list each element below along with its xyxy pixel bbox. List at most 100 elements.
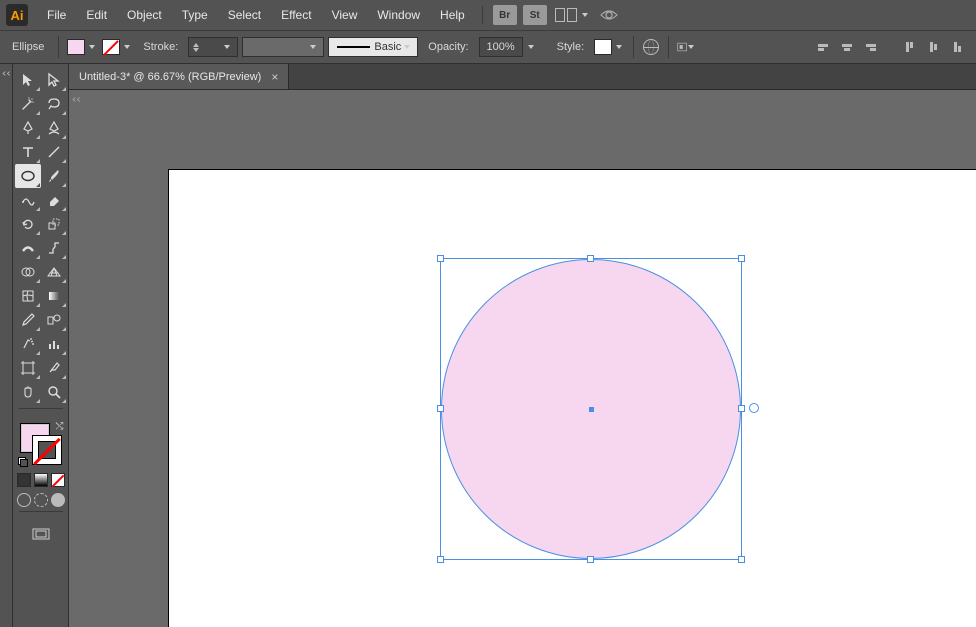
selection-tool[interactable] [15, 68, 41, 92]
bridge-button[interactable]: Br [493, 5, 517, 25]
stroke-swatch-none[interactable] [102, 39, 120, 55]
stroke-label: Stroke: [137, 41, 184, 53]
swap-fill-stroke-icon[interactable]: ⤭ [56, 421, 64, 432]
chevron-down-icon[interactable] [307, 39, 319, 55]
pen-tool[interactable] [15, 116, 41, 140]
symbol-sprayer-tool[interactable] [15, 332, 41, 356]
menu-select[interactable]: Select [219, 4, 270, 26]
arrange-documents-button[interactable] [555, 7, 591, 23]
resize-handle-ml[interactable] [437, 405, 444, 412]
variable-width-profile[interactable] [242, 37, 324, 57]
gradient-tool[interactable] [41, 284, 67, 308]
selection-bounding-box[interactable] [440, 258, 742, 560]
gpu-preview-icon[interactable] [599, 7, 619, 23]
graphic-style-control[interactable] [594, 39, 625, 55]
rotate-tool[interactable] [15, 212, 41, 236]
resize-handle-tl[interactable] [437, 255, 444, 262]
menu-effect[interactable]: Effect [272, 4, 320, 26]
pie-angle-widget[interactable] [749, 403, 759, 413]
style-swatch[interactable] [594, 39, 612, 55]
chevron-down-icon[interactable] [687, 39, 695, 55]
resize-handle-bl[interactable] [437, 556, 444, 563]
direct-selection-tool[interactable] [41, 68, 67, 92]
resize-handle-mr[interactable] [738, 405, 745, 412]
fill-stroke-proxy[interactable]: ⤭ [18, 421, 64, 467]
align-left-button[interactable] [814, 38, 832, 56]
draw-normal[interactable] [17, 493, 31, 507]
hand-tool[interactable] [15, 380, 41, 404]
menu-type[interactable]: Type [173, 4, 217, 26]
curvature-tool[interactable] [41, 116, 67, 140]
align-right-button[interactable] [862, 38, 880, 56]
artboard-tool[interactable] [15, 356, 41, 380]
resize-handle-br[interactable] [738, 556, 745, 563]
align-to-button[interactable] [677, 38, 695, 56]
free-transform-tool[interactable] [41, 236, 67, 260]
menu-view[interactable]: View [323, 4, 367, 26]
resize-handle-tm[interactable] [587, 255, 594, 262]
mesh-tool[interactable] [15, 284, 41, 308]
lasso-tool[interactable] [41, 92, 67, 116]
blend-tool[interactable] [41, 308, 67, 332]
type-tool[interactable] [15, 140, 41, 164]
color-mode-none[interactable] [51, 473, 65, 487]
color-mode-solid[interactable] [17, 473, 31, 487]
stroke-proxy[interactable] [32, 435, 62, 465]
shaper-tool[interactable] [15, 188, 41, 212]
panel-collapse-strip[interactable]: ‹‹ [0, 64, 13, 627]
eraser-tool[interactable] [41, 188, 67, 212]
magic-wand-tool[interactable] [15, 92, 41, 116]
opacity-field[interactable]: 100% [479, 37, 523, 57]
close-tab-icon[interactable]: × [271, 70, 278, 84]
document-area: Untitled-3* @ 66.67% (RGB/Preview) × ‹‹ [69, 64, 976, 627]
chevron-down-icon[interactable] [221, 39, 233, 55]
width-tool[interactable] [15, 236, 41, 260]
shape-builder-tool[interactable] [15, 260, 41, 284]
collapse-docarea-icon[interactable]: ‹‹ [72, 94, 81, 105]
menu-help[interactable]: Help [431, 4, 474, 26]
stock-button[interactable]: St [523, 5, 547, 25]
expand-panels-icon[interactable]: ‹‹ [2, 68, 11, 79]
screen-mode-button[interactable] [29, 526, 53, 544]
app-logo: Ai [6, 4, 28, 26]
fill-swatch[interactable] [67, 39, 85, 55]
align-hcenter-button[interactable] [838, 38, 856, 56]
perspective-grid-tool[interactable] [41, 260, 67, 284]
chevron-down-icon[interactable] [86, 39, 98, 55]
draw-inside[interactable] [51, 493, 65, 507]
chevron-down-icon[interactable] [613, 39, 625, 55]
opacity-chevron-icon[interactable] [525, 39, 537, 55]
default-fill-stroke-icon[interactable] [18, 457, 28, 467]
fill-color-control[interactable] [67, 39, 98, 55]
line-segment-tool[interactable] [41, 140, 67, 164]
slice-tool[interactable] [41, 356, 67, 380]
draw-behind[interactable] [34, 493, 48, 507]
scale-tool[interactable] [41, 212, 67, 236]
ellipse-tool[interactable] [15, 164, 41, 188]
resize-handle-bm[interactable] [587, 556, 594, 563]
color-mode-gradient[interactable] [34, 473, 48, 487]
selection-center-icon[interactable] [589, 407, 594, 412]
menu-edit[interactable]: Edit [77, 4, 116, 26]
menu-object[interactable]: Object [118, 4, 171, 26]
menu-file[interactable]: File [38, 4, 75, 26]
separator [633, 36, 634, 58]
eyedropper-tool[interactable] [15, 308, 41, 332]
chevron-down-icon[interactable] [401, 39, 413, 55]
paintbrush-tool[interactable] [41, 164, 67, 188]
align-top-button[interactable] [900, 38, 918, 56]
document-tab[interactable]: Untitled-3* @ 66.67% (RGB/Preview) × [69, 64, 289, 89]
resize-handle-tr[interactable] [738, 255, 745, 262]
column-graph-tool[interactable] [41, 332, 67, 356]
brush-definition[interactable]: Basic [328, 37, 418, 57]
stroke-weight-field[interactable] [188, 37, 238, 57]
recolor-artwork-button[interactable] [642, 38, 660, 56]
zoom-tool[interactable] [41, 380, 67, 404]
stroke-color-control[interactable] [102, 39, 133, 55]
align-buttons-group [814, 38, 970, 56]
menu-window[interactable]: Window [368, 4, 429, 26]
chevron-down-icon[interactable] [121, 39, 133, 55]
align-vcenter-button[interactable] [924, 38, 942, 56]
align-bottom-button[interactable] [948, 38, 966, 56]
stepper-icon[interactable] [193, 43, 199, 52]
